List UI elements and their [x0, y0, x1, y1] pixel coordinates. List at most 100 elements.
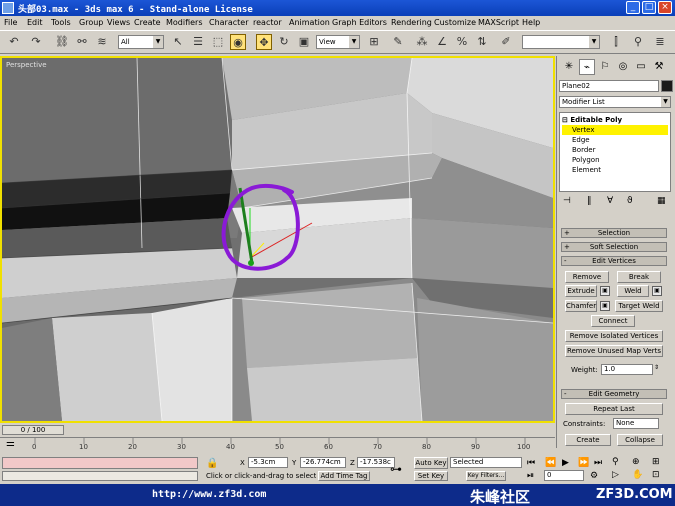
- pan-view-icon[interactable]: ✋: [632, 470, 643, 480]
- remove-modifier-icon[interactable]: ϑ: [627, 196, 633, 206]
- stack-item-edge[interactable]: Edge: [562, 135, 590, 145]
- menu-character[interactable]: Character: [209, 18, 249, 27]
- unlink-icon[interactable]: ⚯: [74, 34, 90, 50]
- target-weld-button[interactable]: Target Weld: [615, 300, 663, 312]
- rollout-selection[interactable]: + Selection: [561, 228, 667, 238]
- menu-customize[interactable]: Customize: [434, 18, 476, 27]
- pin-stack-icon[interactable]: ⊣: [563, 196, 571, 206]
- align-icon[interactable]: ⚲: [630, 34, 646, 50]
- configure-modifier-sets-icon[interactable]: ▦: [657, 196, 666, 206]
- select-manipulate-icon[interactable]: ✎: [390, 34, 406, 50]
- menu-animation[interactable]: Animation: [289, 18, 330, 27]
- chamfer-button[interactable]: Chamfer: [565, 300, 597, 312]
- connect-button[interactable]: Connect: [591, 315, 635, 327]
- current-frame-field[interactable]: 0: [544, 470, 584, 481]
- extrude-button[interactable]: Extrude: [565, 285, 597, 297]
- create-button[interactable]: Create: [565, 434, 611, 446]
- add-time-tag-button[interactable]: Add Time Tag: [318, 471, 370, 481]
- menu-create[interactable]: Create: [134, 18, 161, 27]
- named-selection-icon[interactable]: ✐: [498, 34, 514, 50]
- minimize-button[interactable]: _: [626, 1, 640, 14]
- percent-snap-icon[interactable]: %: [454, 34, 470, 50]
- menu-file[interactable]: File: [4, 18, 17, 27]
- selection-filter-dropdown[interactable]: All: [118, 35, 164, 49]
- stack-item-polygon[interactable]: Polygon: [562, 155, 600, 165]
- select-and-move-icon[interactable]: ✥: [256, 34, 272, 50]
- bind-space-warp-icon[interactable]: ≋: [94, 34, 110, 50]
- menu-group[interactable]: Group: [79, 18, 103, 27]
- open-mini-curve-editor-icon[interactable]: ⚌: [6, 438, 15, 449]
- go-to-start-icon[interactable]: ⏮: [527, 458, 535, 468]
- select-and-rotate-icon[interactable]: ↻: [276, 34, 292, 50]
- key-mode-toggle-icon[interactable]: ⏯: [527, 471, 534, 481]
- time-configuration-icon[interactable]: ⚙: [590, 471, 598, 481]
- field-of-view-icon[interactable]: ▷: [612, 470, 619, 480]
- weld-button[interactable]: Weld: [617, 285, 649, 297]
- menu-modifiers[interactable]: Modifiers: [166, 18, 203, 27]
- viewport-label[interactable]: Perspective: [6, 61, 47, 69]
- collapse-button[interactable]: Collapse: [617, 434, 663, 446]
- min-max-toggle-icon[interactable]: ⊡: [652, 470, 660, 480]
- modifier-list-dropdown[interactable]: Modifier List: [559, 96, 671, 108]
- object-name-field[interactable]: Plane02: [559, 80, 659, 92]
- weld-settings-icon[interactable]: ▣: [652, 286, 662, 296]
- menu-maxscript[interactable]: MAXScript: [478, 18, 519, 27]
- maxscript-listener[interactable]: [2, 457, 198, 469]
- layer-manager-icon[interactable]: ≣: [652, 34, 668, 50]
- utilities-tab-icon[interactable]: ⚒: [651, 59, 667, 75]
- mirror-icon[interactable]: ⫿: [608, 34, 624, 50]
- spinner-snap-icon[interactable]: ⇅: [474, 34, 490, 50]
- menu-rendering[interactable]: Rendering: [391, 18, 432, 27]
- modify-tab-icon[interactable]: ⌁: [579, 59, 595, 75]
- hierarchy-tab-icon[interactable]: ⚐: [597, 59, 613, 75]
- object-color-swatch[interactable]: [661, 80, 673, 92]
- extrude-settings-icon[interactable]: ▣: [600, 286, 610, 296]
- constraints-dropdown[interactable]: None: [613, 418, 659, 429]
- menu-tools[interactable]: Tools: [51, 18, 71, 27]
- stack-item-element[interactable]: Element: [562, 165, 601, 175]
- rollout-soft-selection[interactable]: + Soft Selection: [561, 242, 667, 252]
- menu-graph-editors[interactable]: Graph Editors: [332, 18, 387, 27]
- remove-unused-map-verts-button[interactable]: Remove Unused Map Verts: [565, 345, 663, 357]
- remove-isolated-vertices-button[interactable]: Remove Isolated Vertices: [565, 330, 663, 342]
- time-slider[interactable]: 0 / 100: [0, 424, 555, 436]
- stack-item-border[interactable]: Border: [562, 145, 595, 155]
- weight-field[interactable]: 1.0: [601, 364, 653, 375]
- menu-help[interactable]: Help: [522, 18, 540, 27]
- y-coordinate-field[interactable]: -26.774cm: [300, 457, 346, 468]
- reference-coordinate-dropdown[interactable]: View: [316, 35, 360, 49]
- menu-views[interactable]: Views: [107, 18, 130, 27]
- site-url[interactable]: http://www.zf3d.com: [152, 489, 266, 500]
- menu-edit[interactable]: Edit: [27, 18, 43, 27]
- display-tab-icon[interactable]: ▭: [633, 59, 649, 75]
- named-selection-sets-dropdown[interactable]: [522, 35, 600, 49]
- maximize-button[interactable]: □: [642, 1, 656, 14]
- set-key-button[interactable]: Set Key: [414, 471, 448, 481]
- close-button[interactable]: ×: [658, 1, 672, 14]
- redo-icon[interactable]: ↷: [28, 34, 44, 50]
- x-coordinate-field[interactable]: -5.3cm: [248, 457, 288, 468]
- rectangular-selection-icon[interactable]: ⬚: [210, 34, 226, 50]
- angle-snap-icon[interactable]: ∠: [434, 34, 450, 50]
- previous-frame-icon[interactable]: ⏪: [545, 458, 556, 468]
- motion-tab-icon[interactable]: ◎: [615, 59, 631, 75]
- menu-reactor[interactable]: reactor: [253, 18, 282, 27]
- pivot-center-icon[interactable]: ⊞: [366, 34, 382, 50]
- key-filters-button[interactable]: Key Filters...: [466, 471, 506, 481]
- select-object-icon[interactable]: ↖: [170, 34, 186, 50]
- remove-button[interactable]: Remove: [565, 271, 609, 283]
- make-unique-icon[interactable]: ∀: [607, 196, 613, 206]
- weight-spinner-icon[interactable]: ⇕: [654, 364, 659, 371]
- auto-key-button[interactable]: Auto Key: [414, 457, 448, 469]
- play-icon[interactable]: ▶: [562, 458, 569, 468]
- repeat-last-button[interactable]: Repeat Last: [565, 403, 663, 415]
- zoom-extents-icon[interactable]: ⊞: [652, 457, 660, 467]
- rollout-edit-vertices[interactable]: - Edit Vertices: [561, 256, 667, 266]
- chamfer-settings-icon[interactable]: ▣: [600, 301, 610, 311]
- show-end-result-icon[interactable]: ‖: [587, 196, 592, 206]
- stack-item-vertex[interactable]: Vertex: [562, 125, 668, 135]
- create-tab-icon[interactable]: ✳: [561, 59, 577, 75]
- select-and-scale-icon[interactable]: ▣: [296, 34, 312, 50]
- undo-icon[interactable]: ↶: [6, 34, 22, 50]
- key-mode-dropdown[interactable]: Selected: [450, 457, 522, 468]
